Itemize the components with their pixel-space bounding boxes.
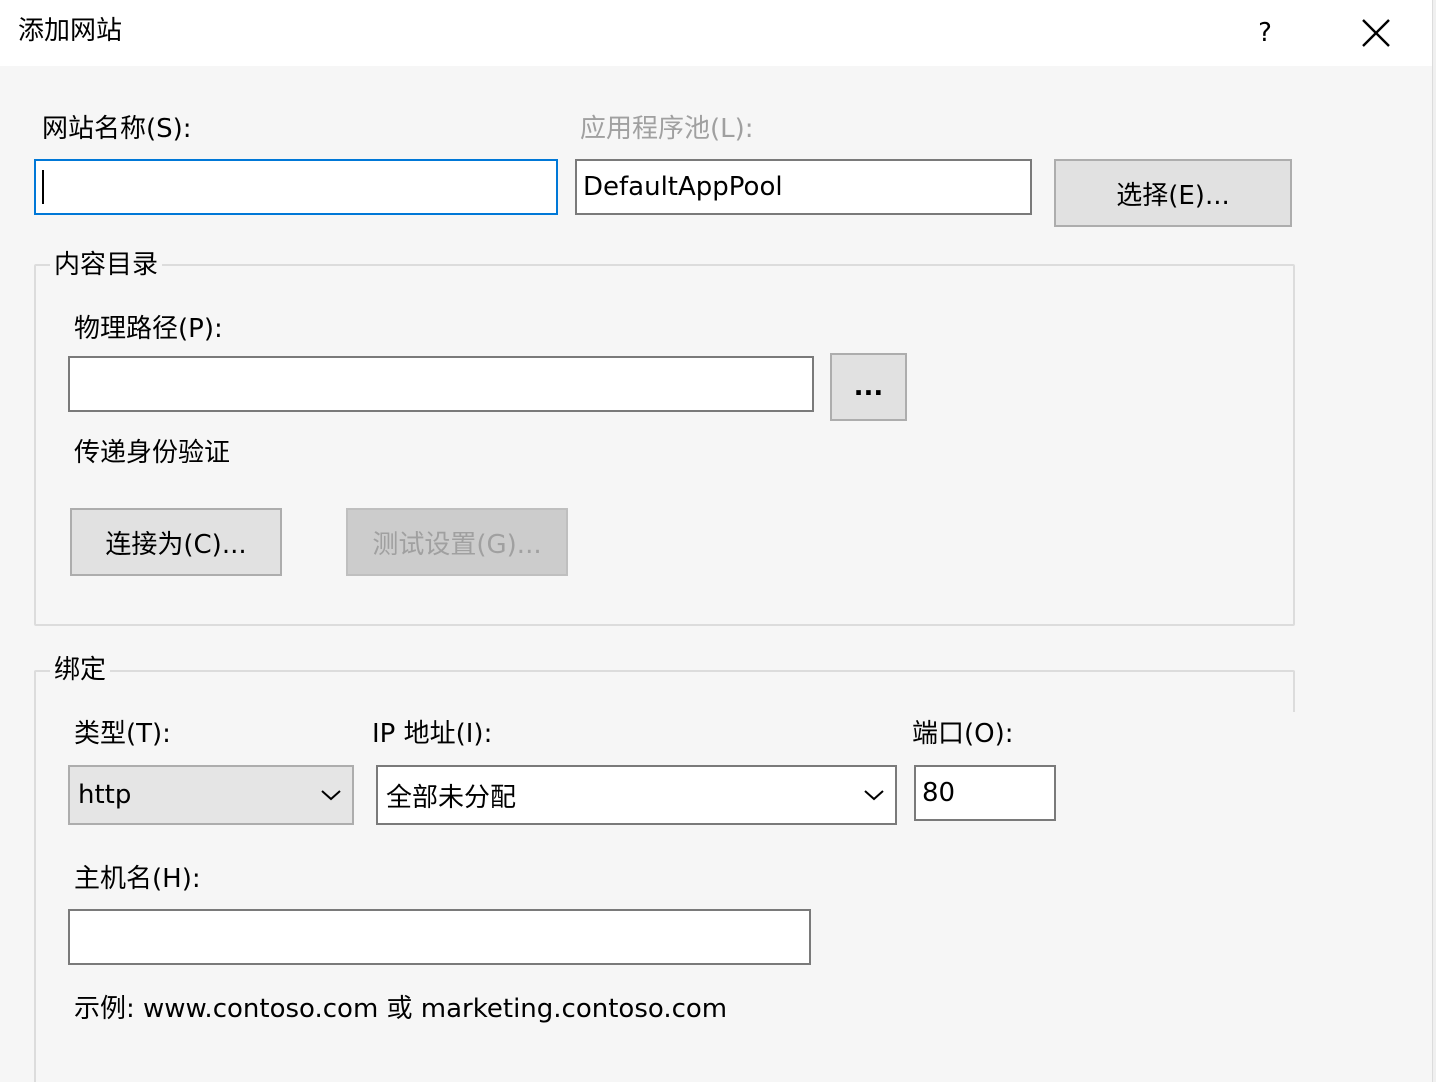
browse-button[interactable]: ... [830, 353, 907, 421]
test-settings-label: 测试设置(G)... [372, 529, 542, 560]
type-select[interactable]: http [68, 765, 354, 825]
close-icon [1362, 19, 1390, 47]
host-name-label: 主机名(H): [74, 864, 201, 894]
connect-as-button[interactable]: 连接为(C)... [70, 508, 282, 576]
ip-address-select-value: 全部未分配 [386, 782, 517, 813]
title-bar: 添加网站 ? [0, 0, 1436, 66]
text-caret [42, 170, 44, 204]
chevron-down-icon [864, 790, 884, 801]
connect-as-label: 连接为(C)... [105, 529, 247, 560]
host-name-example: 示例: www.contoso.com 或 marketing.contoso.… [74, 994, 728, 1024]
test-settings-button: 测试设置(G)... [346, 508, 568, 576]
select-app-pool-button[interactable]: 选择(E)... [1054, 159, 1292, 227]
passthrough-auth-label: 传递身份验证 [74, 438, 231, 468]
window-edge [1432, 0, 1436, 1082]
browse-button-label: ... [853, 372, 884, 402]
dialog-title: 添加网站 [18, 16, 123, 46]
port-label: 端口(O): [912, 719, 1014, 749]
port-value: 80 [922, 778, 956, 808]
ip-address-label: IP 地址(I): [372, 719, 493, 749]
help-icon: ? [1258, 18, 1272, 48]
close-button[interactable] [1336, 6, 1416, 60]
physical-path-input[interactable] [68, 356, 814, 412]
site-name-input[interactable] [34, 159, 558, 215]
app-pool-value: DefaultAppPool [583, 172, 783, 202]
site-name-label: 网站名称(S): [42, 114, 192, 144]
select-app-pool-label: 选择(E)... [1116, 180, 1230, 211]
ip-address-select[interactable]: 全部未分配 [376, 765, 897, 825]
host-name-input[interactable] [68, 909, 811, 965]
binding-legend: 绑定 [50, 653, 111, 687]
app-pool-field: DefaultAppPool [575, 159, 1032, 215]
app-pool-label: 应用程序池(L): [580, 114, 754, 144]
physical-path-label: 物理路径(P): [74, 314, 223, 344]
content-directory-legend: 内容目录 [50, 248, 163, 282]
type-select-value: http [78, 780, 132, 810]
type-label: 类型(T): [74, 719, 171, 749]
port-input[interactable]: 80 [914, 765, 1056, 821]
help-button[interactable]: ? [1228, 6, 1302, 60]
chevron-down-icon [321, 790, 341, 801]
group-edge-gap [1292, 712, 1298, 1082]
